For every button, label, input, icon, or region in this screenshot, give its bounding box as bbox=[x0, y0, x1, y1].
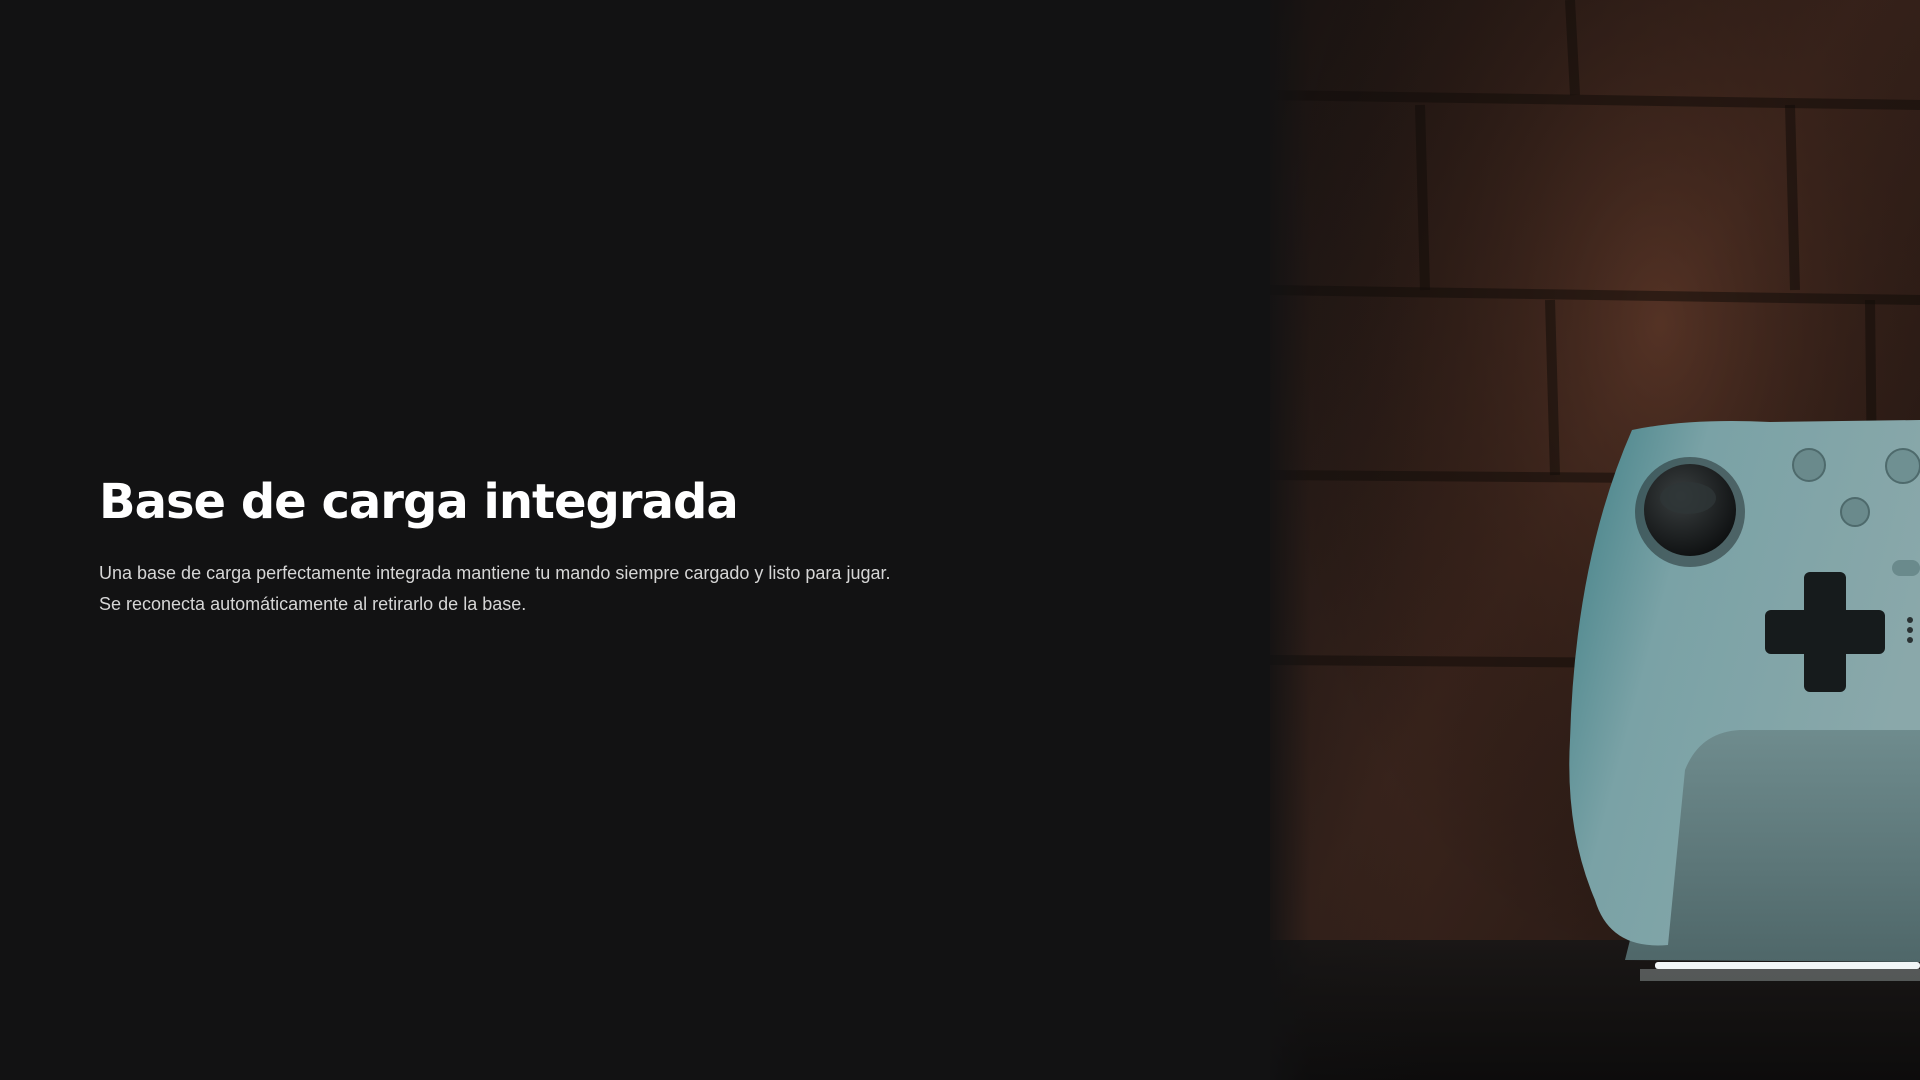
description-line-2: Se reconecta automáticamente al retirarl… bbox=[99, 594, 527, 614]
controller-dock-illustration bbox=[1270, 0, 1920, 1080]
feature-title: Base de carga integrada bbox=[99, 474, 739, 530]
feature-text-panel: Base de carga integrada Una base de carg… bbox=[0, 0, 1270, 1080]
description-line-1: Una base de carga perfectamente integrad… bbox=[99, 563, 891, 583]
product-photo bbox=[1270, 0, 1920, 1080]
feature-description: Una base de carga perfectamente integrad… bbox=[99, 558, 919, 620]
